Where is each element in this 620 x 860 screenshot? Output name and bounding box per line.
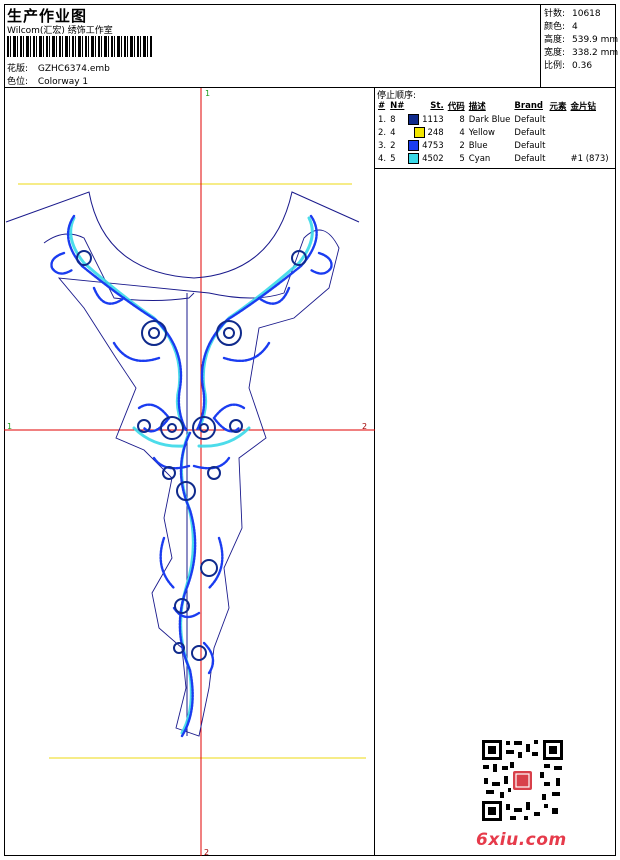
color-code: 4 [459,127,465,138]
element [547,126,568,139]
color-code: 5 [459,153,465,164]
stat-label: 颜色: [544,22,566,32]
stitch-count: 4502 [422,154,444,164]
barcode [7,36,152,57]
stat-stitches: 针数: 10618 [544,6,601,19]
element [547,139,568,152]
spiral-motif [192,416,216,440]
spiral-motif [141,320,167,346]
stat-value: 10618 [572,9,601,19]
needle-number: 4 [390,127,396,138]
colorway-label: 色位: [7,77,29,87]
colorway-row: 色位: Colorway 1 [7,74,88,87]
spiral-motif-group [76,250,307,661]
spiral-motif [216,320,242,346]
color-code: 8 [459,114,465,125]
stat-value: 0.36 [572,61,593,71]
h-axis-label-right: 2 [362,422,367,431]
spiral-motif [223,327,235,339]
stat-colors: 颜色: 4 [544,19,578,32]
row-index: 3. [378,140,387,151]
stat-label: 高度: [544,35,566,45]
needle-number: 8 [390,114,396,125]
color-description: Dark Blue [468,114,511,125]
stitch-cell: 248 [406,126,445,139]
sequin [569,126,611,139]
thread-table-header: # N# St. 代码 描述 Brand 元素 金片钻 [376,99,611,113]
brand: Default [514,114,546,125]
col-header: N# [390,101,405,111]
panel-divider [375,168,616,169]
table-row: 1. 8 1113 8 Dark Blue Default [376,113,611,126]
stat-width: 宽度: 338.2 mm [544,45,618,58]
thread-table: # N# St. 代码 描述 Brand 元素 金片钻 1. 8 1113 8 … [376,99,611,165]
row-index: 2. [378,127,387,138]
col-header: Brand [514,101,543,111]
spiral-motif [167,423,177,433]
spiral-motif [200,559,218,577]
stat-height: 高度: 539.9 mm [544,32,618,45]
table-row: 2. 4 248 4 Yellow Default [376,126,611,139]
stat-value: 338.2 mm [572,48,619,58]
sequin: #1 (873) [570,153,609,164]
watermark-logo: 6xiu.com [476,830,567,850]
stat-label: 针数: [544,9,566,19]
col-header: 描述 [468,102,486,112]
color-swatch [408,140,420,151]
color-swatch [408,153,420,164]
col-header: 元素 [549,102,567,112]
h-axis-label-left: 1 [7,422,12,431]
stitch-count: 1113 [422,115,444,125]
col-header: 金片钻 [570,102,597,112]
stat-value: 4 [572,22,578,32]
brand: Default [514,140,546,151]
spiral-motif [160,416,184,440]
spiral-motif [191,645,207,661]
blue-scroll-group [50,214,333,738]
studio-subtitle: Wilcom(汇宏) 绣饰工作室 [7,26,113,36]
colorway-value: Colorway 1 [37,77,89,87]
col-header: # [378,101,386,111]
row-index: 4. [378,153,387,164]
needle-number: 2 [390,140,396,151]
stitch-cell: 1113 [406,113,445,126]
sequin [569,139,611,152]
design-canvas: 1 2 1 2 [4,88,375,857]
v-axis-label-top: 1 [205,89,210,98]
stitch-cell: 4753 [406,139,445,152]
stat-label: 宽度: [544,48,566,58]
stat-label: 比例: [544,61,566,71]
element [547,152,568,165]
color-swatch [413,127,425,138]
sequin [569,113,611,126]
needle-number: 5 [390,153,396,164]
element [547,113,568,126]
qr-code [480,738,565,823]
color-swatch [408,114,420,125]
spiral-motif [148,327,160,339]
stat-value: 539.9 mm [572,35,619,45]
design-value: GZHC6374.emb [37,64,110,74]
table-row: 4. 5 4502 5 Cyan Default #1 (873) [376,152,611,165]
design-name-row: 花版: GZHC6374.emb [7,61,110,74]
color-description: Cyan [468,153,491,164]
row-index: 1. [378,114,387,125]
color-description: Blue [468,140,488,151]
col-header: 代码 [447,102,465,112]
col-header: St. [430,101,444,111]
color-description: Yellow [468,127,495,138]
stitch-cell: 4502 [406,152,445,165]
brand: Default [514,127,546,138]
brand: Default [514,153,546,164]
stat-scale: 比例: 0.36 [544,58,592,71]
table-row: 3. 2 4753 2 Blue Default [376,139,611,152]
color-code: 2 [459,140,465,151]
stitch-count: 248 [427,128,444,138]
design-label: 花版: [7,64,29,74]
embroidery-preview: 1 2 1 2 [4,88,375,857]
stitch-count: 4753 [422,141,444,151]
v-axis-label-bottom: 2 [204,848,209,856]
